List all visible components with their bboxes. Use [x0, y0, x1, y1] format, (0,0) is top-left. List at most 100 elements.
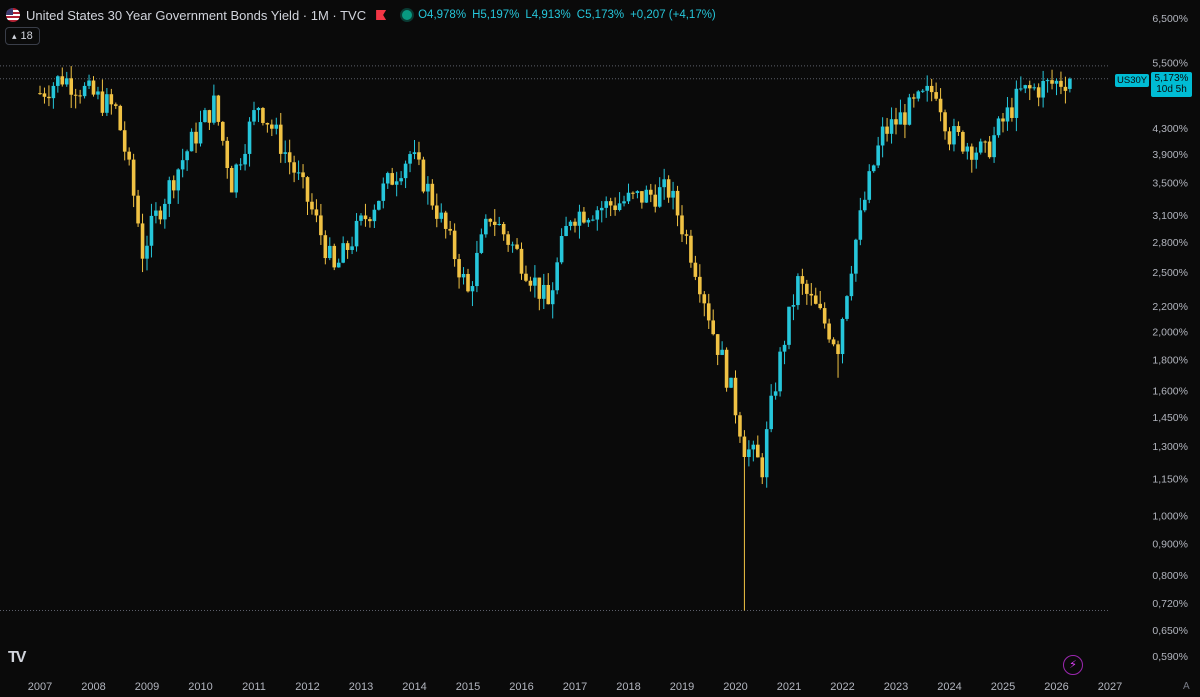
x-tick-label: 2026 — [1044, 681, 1068, 693]
y-tick-label: 2,500% — [1152, 267, 1188, 279]
x-tick-label: 2016 — [509, 681, 533, 693]
candle-body — [747, 449, 751, 458]
candle-body — [738, 415, 742, 437]
candle-body — [292, 162, 296, 173]
candle-body — [849, 273, 854, 297]
tradingview-logo[interactable]: TV — [8, 649, 27, 667]
candle-body — [38, 93, 42, 95]
candle-body — [368, 219, 372, 222]
candle-body — [171, 180, 176, 191]
y-tick-label: 1,800% — [1152, 354, 1188, 366]
candle-body — [671, 190, 675, 198]
candle-body — [635, 191, 640, 193]
candle-body — [992, 135, 996, 158]
candle-body — [836, 344, 840, 355]
candle-body — [800, 276, 805, 284]
candle-body — [412, 152, 417, 155]
candle-body — [974, 152, 979, 160]
candle-body — [947, 131, 952, 145]
candle-body — [278, 124, 283, 154]
candle-body — [519, 248, 524, 274]
x-tick-label: 2012 — [295, 681, 319, 693]
candle-body — [889, 119, 894, 134]
candle-body — [216, 95, 221, 122]
lightning-icon[interactable]: ⚡ — [1063, 655, 1083, 675]
candle-body — [845, 296, 849, 319]
candle-body — [604, 201, 609, 208]
candle-body — [640, 191, 644, 203]
candle-body — [198, 122, 203, 144]
candle-body — [238, 164, 243, 166]
candle-body — [220, 121, 225, 141]
candle-body — [426, 183, 430, 192]
candle-body — [822, 308, 827, 324]
symbol-title[interactable]: United States 30 Year Government Bonds Y… — [26, 8, 366, 23]
candle-body — [301, 172, 305, 178]
candle-body — [47, 96, 51, 99]
y-tick-label: 1,600% — [1152, 386, 1188, 398]
x-tick-label: 2018 — [616, 681, 640, 693]
candle-body — [78, 95, 82, 97]
auto-scale-button[interactable]: A — [1183, 681, 1190, 692]
candle-body — [956, 126, 961, 132]
candle-body — [622, 201, 626, 204]
candle-body — [87, 80, 91, 86]
x-tick-label: 2008 — [81, 681, 105, 693]
candle-body — [524, 273, 528, 281]
candle-body — [127, 151, 131, 160]
candle-body — [185, 151, 189, 161]
market-status-icon[interactable] — [402, 10, 413, 20]
y-tick-label: 1,000% — [1152, 511, 1188, 523]
candle-body — [537, 277, 542, 299]
change-value: +0,207 (+4,17%) — [630, 9, 716, 21]
candle-body — [755, 444, 760, 458]
x-tick-label: 2023 — [884, 681, 908, 693]
x-tick-label: 2017 — [563, 681, 587, 693]
candle-body — [925, 85, 930, 91]
candle-body — [354, 220, 359, 247]
candle-body — [91, 80, 96, 95]
candle-body — [229, 168, 234, 193]
candle-body — [56, 76, 60, 86]
candle-body — [140, 223, 145, 259]
candle-body — [733, 377, 738, 416]
candle-body — [916, 91, 921, 99]
candle-body — [867, 171, 872, 200]
y-tick-label: 5,500% — [1152, 57, 1188, 69]
candle-body — [827, 323, 831, 340]
candle-body — [515, 244, 519, 249]
candle-body — [96, 91, 100, 95]
candle-body — [261, 107, 265, 123]
candle-body — [475, 252, 479, 287]
candle-body — [952, 126, 956, 145]
candle-body — [938, 98, 943, 113]
candle-body — [555, 262, 559, 291]
candle-body — [336, 262, 341, 268]
candle-body — [287, 152, 292, 163]
candle-body — [470, 286, 475, 292]
candle-body — [363, 215, 368, 220]
candle-body — [608, 201, 613, 206]
price-chart[interactable]: 6,500% 5,500% 4,300% 3,900% 3,500% 3,100% 2,80… — [0, 0, 1200, 697]
candle-body — [136, 195, 140, 224]
candle-body — [742, 436, 747, 458]
candle-body — [319, 215, 323, 236]
candle-body — [408, 154, 412, 164]
symbol-header[interactable]: United States 30 Year Government Bonds Y… — [6, 5, 716, 25]
candle-body — [715, 334, 720, 355]
candle-body — [550, 290, 555, 305]
flag-marker-icon[interactable] — [376, 10, 387, 20]
candle-body — [675, 190, 680, 216]
candle-body — [247, 121, 252, 154]
candle-body — [1041, 80, 1045, 98]
candle-body — [341, 243, 345, 263]
candle-body — [1032, 87, 1037, 89]
candle-body — [880, 126, 885, 146]
candle-body — [274, 124, 279, 129]
candle-body — [760, 457, 765, 478]
candle-body — [1027, 85, 1032, 89]
indicators-toggle[interactable]: ▴ 18 — [5, 27, 40, 45]
candle-body — [876, 145, 880, 166]
candle-body — [662, 179, 666, 188]
candle-body — [332, 245, 337, 268]
